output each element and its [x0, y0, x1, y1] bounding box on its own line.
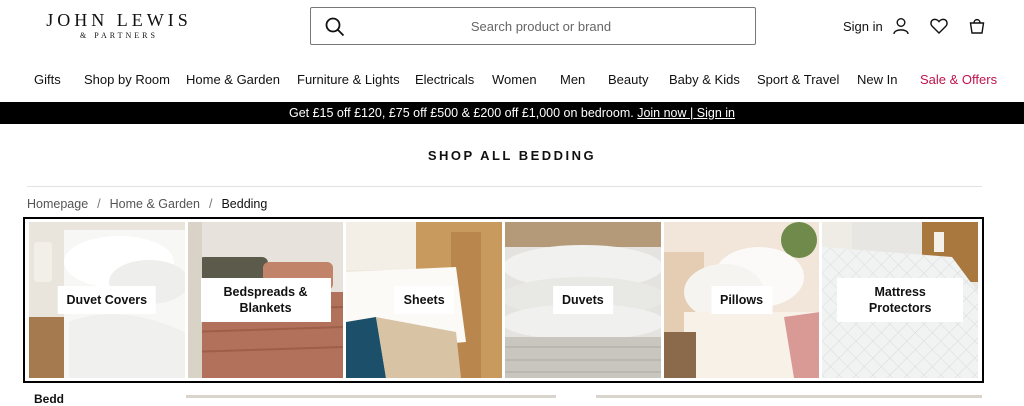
- nav-item-sport-travel[interactable]: Sport & Travel: [757, 72, 839, 87]
- nav-item-men[interactable]: Men: [560, 72, 585, 87]
- search-input[interactable]: [351, 14, 731, 38]
- nav-item-shop-by-room[interactable]: Shop by Room: [84, 72, 170, 87]
- nav-item-new-in[interactable]: New In: [857, 72, 897, 87]
- category-label: Duvets: [553, 286, 613, 314]
- category-tile-mattress-protectors[interactable]: Mattress Protectors: [822, 222, 979, 378]
- category-label: Mattress Protectors: [837, 278, 964, 322]
- breadcrumb-home-garden[interactable]: Home & Garden: [110, 197, 200, 211]
- sign-in-link[interactable]: Sign in: [843, 16, 929, 36]
- brand-logo[interactable]: JOHN LEWIS & PARTNERS: [44, 10, 194, 42]
- promo-banner: Get £15 off £120, £75 off £500 & £200 of…: [0, 102, 1024, 124]
- brand-sub: & PARTNERS: [80, 31, 158, 40]
- promo-sign-in-link[interactable]: Sign in: [697, 106, 735, 120]
- promo-separator: |: [690, 106, 694, 120]
- nav-item-sale-offers[interactable]: Sale & Offers: [920, 72, 997, 87]
- breadcrumb: Homepage / Home & Garden / Bedding: [27, 197, 267, 211]
- category-tile-sheets[interactable]: Sheets: [346, 222, 503, 378]
- category-tile-duvets[interactable]: Duvets: [505, 222, 661, 378]
- category-label: Bedspreads & Blankets: [200, 278, 331, 322]
- header-actions: Sign in: [843, 14, 987, 38]
- category-tiles: Duvet Covers Bedspreads & Blankets Sheet…: [23, 217, 984, 383]
- breadcrumb-separator: /: [208, 197, 213, 211]
- category-label: Duvet Covers: [57, 286, 157, 314]
- search-bar[interactable]: [310, 7, 756, 45]
- nav-item-women[interactable]: Women: [492, 72, 537, 87]
- breadcrumb-current: Bedding: [221, 197, 268, 211]
- wishlist-heart-icon[interactable]: [929, 16, 949, 36]
- category-label: Pillows: [710, 286, 773, 314]
- section-heading-partial: Bedd: [34, 392, 64, 406]
- nav-item-home-garden[interactable]: Home & Garden: [186, 72, 280, 87]
- nav-item-gifts[interactable]: Gifts: [34, 72, 61, 87]
- promo-text: Get £15 off £120, £75 off £500 & £200 of…: [288, 106, 634, 120]
- promo-join-link[interactable]: Join now: [637, 106, 686, 120]
- breadcrumb-homepage[interactable]: Homepage: [27, 197, 88, 211]
- header: JOHN LEWIS & PARTNERS Sign in: [0, 0, 1024, 56]
- category-tile-duvet-covers[interactable]: Duvet Covers: [29, 222, 185, 378]
- nav-item-baby-kids[interactable]: Baby & Kids: [669, 72, 740, 87]
- breadcrumb-separator: /: [97, 197, 101, 211]
- page-title: SHOP ALL BEDDING: [427, 148, 597, 163]
- nav-item-furniture-lights[interactable]: Furniture & Lights: [297, 72, 400, 87]
- category-tile-bedspreads-blankets[interactable]: Bedspreads & Blankets: [187, 222, 344, 378]
- account-icon[interactable]: [891, 16, 911, 36]
- basket-icon[interactable]: [967, 16, 987, 36]
- nav-item-beauty[interactable]: Beauty: [608, 72, 648, 87]
- category-label: Sheets: [394, 286, 454, 314]
- main-nav: Gifts Shop by Room Home & Garden Furnitu…: [0, 70, 1024, 92]
- sign-in-label: Sign in: [843, 18, 883, 34]
- divider: [27, 186, 982, 187]
- nav-item-electricals[interactable]: Electricals: [415, 72, 474, 87]
- search-icon[interactable]: [325, 17, 345, 37]
- category-tile-pillows[interactable]: Pillows: [663, 222, 820, 378]
- brand-name: JOHN LEWIS: [46, 10, 192, 30]
